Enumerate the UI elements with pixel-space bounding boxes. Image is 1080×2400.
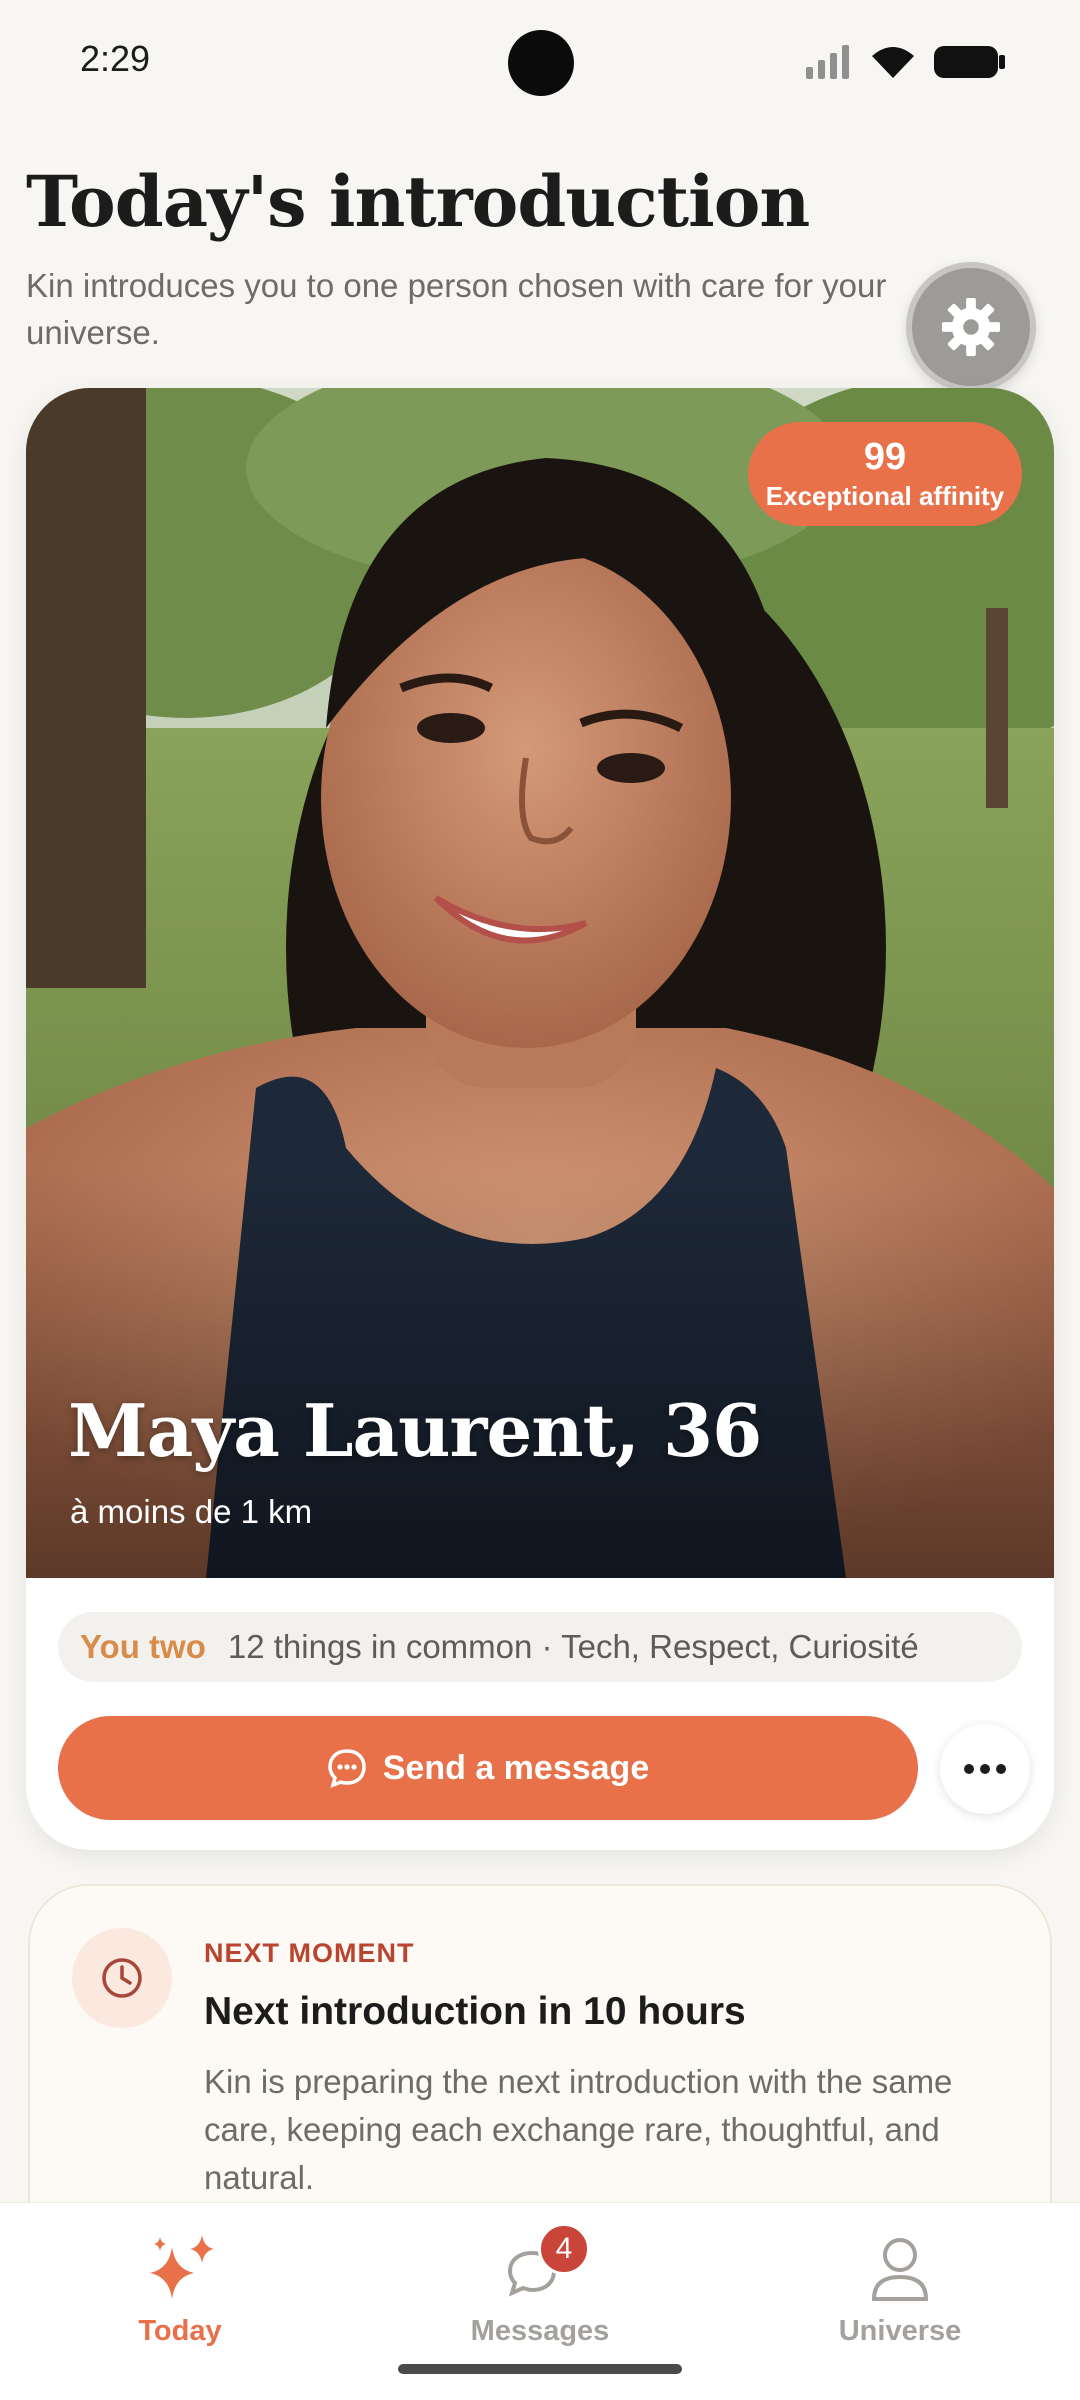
clock-badge — [72, 1928, 172, 2028]
wifi-icon — [872, 47, 914, 78]
profile-name: Maya Laurent, 36 — [68, 1388, 762, 1473]
signal-icon — [806, 45, 849, 79]
nav-label-messages: Messages — [470, 2315, 610, 2347]
affinity-label: Exceptional affinity — [765, 481, 1005, 511]
send-message-button[interactable]: Send a message — [58, 1716, 918, 1820]
nav-item-universe[interactable]: Universe — [770, 2233, 1030, 2348]
nav-label-today: Today — [138, 2315, 222, 2347]
page-title: Today's introduction — [26, 160, 810, 243]
common-text: 12 things in common · Tech, Respect, Cur… — [227, 1628, 919, 1665]
send-message-label: Send a message — [382, 1748, 650, 1787]
more-options-button[interactable] — [940, 1724, 1030, 1814]
status-bar: 2:29 — [0, 0, 1080, 125]
profile-distance: à moins de 1 km — [70, 1493, 313, 1530]
battery-icon — [934, 46, 1005, 78]
next-moment-body: Kin is preparing the next introduction w… — [204, 2063, 953, 2196]
chat-bubble-icon — [327, 1749, 366, 1788]
camera-cutout — [508, 30, 574, 96]
messages-badge: 4 — [538, 2223, 590, 2275]
status-icons — [806, 44, 1006, 80]
person-icon — [871, 2238, 929, 2301]
clock-icon — [102, 1958, 142, 1998]
nav-item-today[interactable]: Today — [50, 2233, 310, 2348]
next-moment-eyebrow: NEXT MOMENT — [204, 1938, 415, 1968]
affinity-badge: 99 Exceptional affinity — [748, 422, 1022, 526]
screen: 2:29 Today's introduction Kin introduces… — [0, 0, 1080, 2400]
profile-card[interactable]: 99 Exceptional affinity Maya Laurent, 36… — [26, 388, 1054, 1850]
affinity-score: 99 — [863, 436, 907, 478]
home-indicator[interactable] — [398, 2364, 682, 2374]
common-label: You two — [80, 1628, 206, 1665]
gear-icon — [941, 297, 1001, 357]
more-dots-icon — [964, 1764, 1006, 1774]
nav-item-messages[interactable]: 4 Messages — [410, 2223, 670, 2348]
page-subtitle: Kin introduces you to one person chosen … — [26, 267, 887, 351]
next-moment-title: Next introduction in 10 hours — [204, 1990, 746, 2033]
common-interests-pill[interactable]: You two 12 things in common · Tech, Resp… — [58, 1612, 1022, 1682]
settings-button[interactable] — [906, 262, 1036, 392]
sparkle-icon — [150, 2235, 214, 2299]
nav-label-universe: Universe — [838, 2315, 962, 2347]
status-time: 2:29 — [80, 38, 151, 79]
